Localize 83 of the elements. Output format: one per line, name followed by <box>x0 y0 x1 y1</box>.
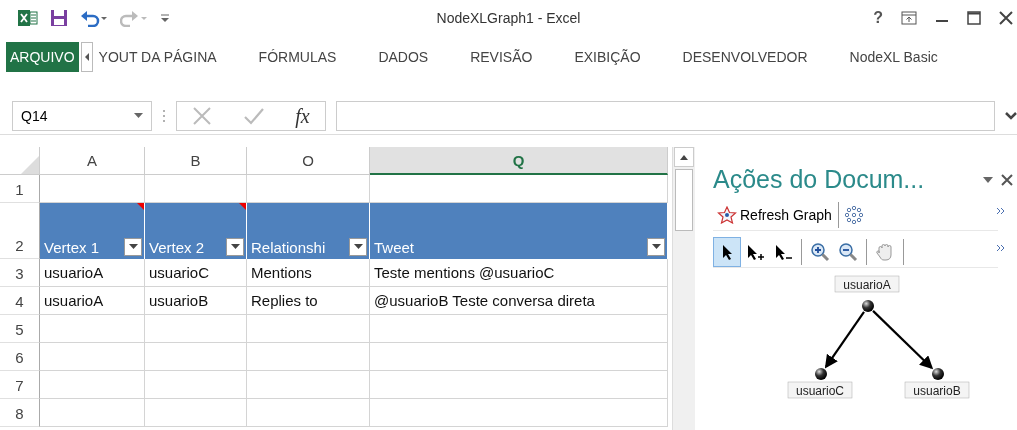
row-header[interactable]: 7 <box>0 371 40 399</box>
column-header[interactable]: A <box>40 147 145 175</box>
graph-node <box>815 368 827 380</box>
file-tab[interactable]: ARQUIVO <box>6 42 79 72</box>
refresh-graph-button[interactable]: Refresh Graph <box>713 202 839 228</box>
caret-down-icon <box>134 113 143 119</box>
more-icon[interactable] <box>996 207 1006 215</box>
caret-down-icon <box>230 244 240 250</box>
row-header[interactable]: 5 <box>0 315 40 343</box>
name-box[interactable]: Q14 <box>12 101 152 131</box>
filter-button[interactable] <box>124 238 142 256</box>
pane-title: Ações do Docum... <box>713 165 925 194</box>
caret-down-icon <box>651 244 661 250</box>
help-button[interactable]: ? <box>873 9 883 27</box>
graph-node <box>862 300 874 312</box>
scroll-left-button[interactable] <box>80 42 93 72</box>
ribbon-tab[interactable]: NodeXL Basic <box>845 42 942 72</box>
table-cell: Replies to <box>247 287 370 315</box>
filter-button[interactable] <box>226 238 244 256</box>
node-label: usuarioA <box>834 275 900 293</box>
formula-field[interactable] <box>336 101 995 131</box>
table-header-cell: Tweet <box>370 203 668 259</box>
table-cell: Mentions <box>247 259 370 287</box>
table-cell: @usuarioB Teste conversa direta <box>370 287 668 315</box>
ribbon-tab[interactable]: YOUT DA PÁGINA <box>94 42 221 72</box>
grip-icon <box>162 108 166 124</box>
customize-icon[interactable] <box>160 11 170 25</box>
table-header-cell: Vertex 2 <box>145 203 247 259</box>
row-header[interactable]: 6 <box>0 343 40 371</box>
excel-logo-icon[interactable] <box>18 9 38 27</box>
zoom-in-icon <box>810 242 830 262</box>
save-icon[interactable] <box>50 9 68 27</box>
triangle-icon <box>21 156 39 174</box>
insert-function-button[interactable]: fx <box>295 104 310 128</box>
zoom-out-icon <box>838 242 858 262</box>
row-header[interactable]: 3 <box>0 259 40 287</box>
layout-icon[interactable] <box>844 206 863 224</box>
pointer-icon <box>720 243 734 261</box>
caret-left-icon <box>83 53 90 61</box>
node-label: usuarioB <box>904 381 970 399</box>
undo-icon[interactable] <box>80 9 108 27</box>
pane-menu-icon[interactable] <box>983 176 993 183</box>
expand-icon[interactable] <box>1005 111 1017 121</box>
maximize-icon[interactable] <box>967 11 981 25</box>
ribbon-tab[interactable]: DADOS <box>374 42 433 72</box>
pointer-minus-icon <box>773 243 793 261</box>
table-header-cell: Vertex 1 <box>40 203 145 259</box>
node-label: usuarioC <box>787 381 853 399</box>
pointer-plus-icon <box>745 243 765 261</box>
close-icon[interactable] <box>999 11 1013 25</box>
filter-button[interactable] <box>349 238 367 256</box>
graph-node <box>932 368 944 380</box>
ribbon-tab[interactable]: DESENVOLVEDOR <box>678 42 812 72</box>
arrow <box>824 311 865 369</box>
scroll-up-button[interactable] <box>674 147 694 167</box>
table-cell: Teste mentions @usuarioC <box>370 259 668 287</box>
star-icon <box>717 206 737 224</box>
column-header[interactable]: Q <box>370 147 668 175</box>
ribbon-display-icon[interactable] <box>901 11 917 25</box>
table-cell: usuarioA <box>40 287 145 315</box>
table-cell: usuarioC <box>145 259 247 287</box>
more-icon[interactable] <box>996 244 1006 252</box>
ribbon-tab[interactable]: REVISÃO <box>466 42 537 72</box>
column-header[interactable]: B <box>145 147 247 175</box>
hand-icon <box>875 242 895 262</box>
caret-down-icon <box>128 244 138 250</box>
close-icon[interactable] <box>1001 173 1013 186</box>
caret-up-icon <box>680 154 688 160</box>
table-cell: usuarioA <box>40 259 145 287</box>
ribbon-tab[interactable]: EXIBIÇÃO <box>570 42 645 72</box>
arrow <box>872 310 934 370</box>
tool-button[interactable] <box>713 237 741 267</box>
window-title: NodeXLGraph1 - Excel <box>436 10 581 26</box>
ribbon-tab[interactable]: FÓRMULAS <box>254 42 341 72</box>
caret-down-icon <box>353 244 363 250</box>
table-cell: usuarioB <box>145 287 247 315</box>
row-header[interactable]: 1 <box>0 175 40 203</box>
scroll-thumb[interactable] <box>675 169 693 231</box>
filter-button[interactable] <box>647 238 665 256</box>
column-header[interactable]: O <box>247 147 370 175</box>
row-header[interactable]: 4 <box>0 287 40 315</box>
table-header-cell: Relationshi <box>247 203 370 259</box>
row-header[interactable]: 8 <box>0 399 40 427</box>
